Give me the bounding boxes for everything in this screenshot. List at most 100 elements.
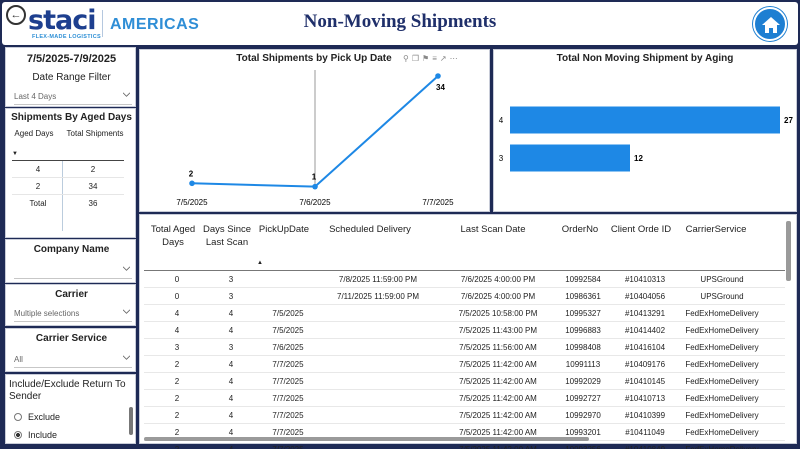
horizontal-scrollbar[interactable] (144, 437, 589, 441)
chevron-down-icon (123, 355, 130, 360)
pickup-date-cell: 7/7/2025 (272, 377, 304, 386)
logo-text: staci (28, 5, 96, 36)
scheduled-delivery-cell: 7/11/2025 11:59:00 PM (337, 292, 419, 301)
sort-desc-icon: ▼ (12, 151, 18, 157)
days-since-scan-cell: 3 (228, 292, 234, 301)
last-scan-date-cell: 7/6/2025 4:00:00 PM (460, 292, 536, 301)
date-range-dropdown[interactable]: Last 4 Days (14, 90, 132, 105)
total-shipments-cell: 2 (90, 165, 96, 174)
col-header-last-scan-date[interactable]: Last Scan Date (448, 223, 538, 236)
carrier-dropdown[interactable]: Multiple selections (14, 307, 132, 322)
col-header-days-since-last-scan[interactable]: Days Since Last Scan (202, 223, 252, 249)
company-name-dropdown[interactable] (14, 264, 132, 279)
days-since-scan-cell: 4 (228, 360, 234, 369)
total-aged-days-cell: 4 (174, 326, 180, 335)
client-order-id-cell: #10410713 (624, 394, 666, 403)
table-row[interactable]: 2 4 7/7/2025 7/5/2025 11:42:00 AM 10991113 #1… (144, 356, 785, 373)
header-bar: ← staci FLEX-MADE LOGISTICS AMERICAS Non… (2, 2, 798, 45)
col-header-total-aged-days[interactable]: Total Aged Days (145, 223, 201, 249)
aged-table-title: Shipments By Aged Days (11, 112, 132, 123)
vertical-scrollbar[interactable] (786, 221, 791, 281)
col-header-pickup-date[interactable]: PickUpDate (254, 223, 314, 236)
logo-tagline: FLEX-MADE LOGISTICS (32, 34, 101, 40)
carrier-service-cell: FedExHomeDelivery (685, 394, 759, 403)
order-no-cell: 10996883 (565, 326, 601, 335)
pickup-date-cell: 7/5/2025 (272, 309, 304, 318)
order-no-cell: 10986361 (565, 292, 601, 301)
home-button[interactable] (753, 7, 787, 41)
staci-logo: ← staci FLEX-MADE LOGISTICS (6, 5, 101, 43)
total-shipments-header[interactable]: Total Shipments (66, 129, 124, 139)
table-row[interactable]: 0 3 7/8/2025 11:59:00 PM 7/6/2025 4:00:00 P… (144, 271, 785, 288)
slicer-scrollbar[interactable] (129, 407, 133, 435)
carrier-service-cell: FedExHomeDelivery (685, 428, 759, 437)
include-radio[interactable]: Include (14, 429, 57, 441)
home-icon (762, 17, 780, 33)
last-scan-date-cell: 7/5/2025 11:43:00 PM (458, 326, 538, 335)
y-tick-label: 4 (499, 116, 504, 125)
aging-bar-chart: Total Non Moving Shipment by Aging 4 27 3 1… (493, 49, 797, 212)
order-no-cell: 10998408 (565, 343, 601, 352)
radio-on-icon (14, 431, 22, 439)
col-header-scheduled-delivery[interactable]: Scheduled Delivery (320, 223, 420, 236)
date-range-slicer: 7/5/2025-7/9/2025 Date Range Filter Last… (5, 47, 136, 107)
table-row[interactable]: 4 4 7/5/2025 7/5/2025 10:58:00 PM 10995327 #1… (144, 305, 785, 322)
table-row[interactable]: 2 4 7/7/2025 7/5/2025 11:42:00 AM 10992970 #1… (144, 407, 785, 424)
table-row[interactable]: 3 3 7/6/2025 7/5/2025 11:56:00 AM 10998408 #1… (144, 339, 785, 356)
last-scan-date-cell: 7/5/2025 11:42:00 AM (459, 394, 537, 403)
col-header-client-order-id[interactable]: Client Orde ID (605, 223, 677, 236)
carrier-service-slicer: Carrier Service All (5, 328, 136, 372)
client-order-id-cell: #10409176 (624, 360, 666, 369)
pickup-date-cell: 7/7/2025 (272, 411, 304, 420)
date-range-selected: Last 4 Days (14, 92, 57, 101)
table-row[interactable]: 2 34 (12, 178, 124, 195)
pickup-date-line-chart: Total Shipments by Pick Up Date ⚲❐⚑≡↗⋯ 2… (139, 49, 490, 212)
header-divider (102, 10, 103, 37)
carrier-service-cell: FedExHomeDelivery (685, 411, 759, 420)
table-row[interactable]: 2 4 7/7/2025 7/5/2025 11:42:00 AM 10992727 #1… (144, 390, 785, 407)
data-label: 12 (634, 154, 643, 163)
carrier-service-cell: FedExHomeDelivery (685, 309, 759, 318)
days-since-scan-cell: 4 (228, 309, 234, 318)
client-order-id-cell: #10404056 (624, 292, 666, 301)
client-order-id-cell: #10414402 (624, 326, 666, 335)
last-scan-date-cell: 7/5/2025 11:42:00 AM (459, 411, 537, 420)
total-value-cell: 36 (88, 199, 98, 208)
table-row[interactable]: 247/7/2025 7/5/2025 11:42:00 AM 10993256#1… (144, 441, 785, 449)
sort-asc-icon: ▲ (257, 260, 263, 266)
return-to-sender-label: Include/Exclude Return To Sender (9, 379, 126, 402)
table-total-row: Total 36 (12, 195, 124, 212)
data-point (435, 73, 441, 79)
last-scan-date-cell: 7/5/2025 11:42:00 AM (450, 441, 546, 449)
days-since-scan-cell: 4 (228, 394, 234, 403)
total-aged-days-cell: 2 (174, 377, 180, 386)
aged-days-table: Shipments By Aged Days Aged Days Total S… (5, 108, 136, 238)
last-scan-date-cell: 7/6/2025 4:00:00 PM (460, 275, 536, 284)
aged-days-header[interactable]: Aged Days (14, 129, 54, 139)
table-row[interactable]: 0 3 7/11/2025 11:59:00 PM 7/6/2025 4:00:00 … (144, 288, 785, 305)
x-tick-label: 7/7/2025 (422, 198, 454, 207)
table-row[interactable]: 2 4 7/7/2025 7/5/2025 11:42:00 AM 10992029 #1… (144, 373, 785, 390)
table-row[interactable]: 4 2 (12, 161, 124, 178)
carrier-service-cell: FedExHomeDelivery (685, 377, 759, 386)
days-since-scan-cell: 3 (228, 275, 234, 284)
company-name-slicer: Company Name (5, 239, 136, 283)
col-header-carrier-service[interactable]: CarrierService (680, 223, 752, 236)
client-order-id-cell: #10416104 (624, 343, 666, 352)
last-scan-date-cell: 7/5/2025 10:58:00 PM (458, 309, 538, 318)
include-label: Include (28, 430, 58, 440)
chevron-down-icon (123, 309, 130, 314)
bar-chart-canvas: 4 27 3 12 (499, 106, 793, 172)
back-arrow-icon[interactable]: ← (6, 5, 26, 25)
table-row[interactable]: 4 4 7/5/2025 7/5/2025 11:43:00 PM 10996883 #1… (144, 322, 785, 339)
carrier-service-cell: FedExHomeDelivery (685, 360, 759, 369)
exclude-radio[interactable]: Exclude (14, 411, 60, 423)
region-label: AMERICAS (110, 16, 200, 33)
pickup-date-cell: 7/7/2025 (272, 360, 304, 369)
chevron-down-icon (123, 266, 130, 271)
order-no-cell: 10993256 (554, 441, 612, 449)
client-order-id-cell: #10410849 (610, 441, 680, 449)
line-chart-canvas: 2 7/5/2025 1 7/6/2025 34 7/7/2025 (176, 70, 454, 207)
carrier-service-dropdown[interactable]: All (14, 353, 132, 368)
col-header-order-no[interactable]: OrderNo (552, 223, 608, 236)
